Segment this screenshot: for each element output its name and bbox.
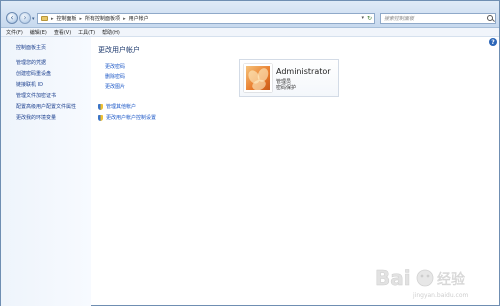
breadcrumb-separator-icon[interactable]: ▸ (80, 16, 83, 22)
refresh-icon[interactable]: ↻ (367, 15, 372, 22)
explorer-window: ‹ › ▾ ▸ 控制面板 ▸ 所有控制面板项 ▸ 用户帐户 ▾ ↻ 搜索控制面板… (0, 0, 500, 306)
breadcrumb-user-accounts[interactable]: 用户帐户 (129, 15, 149, 22)
breadcrumb-separator-icon[interactable]: ▸ (123, 16, 126, 22)
chevron-down-icon[interactable]: ▾ (361, 15, 364, 21)
manage-other-accounts-row[interactable]: 管理其他帐户 (98, 103, 156, 110)
change-picture-link[interactable]: 更改图片 (105, 83, 125, 90)
page-title: 更改用户帐户 (98, 46, 140, 54)
admin-task-links: 管理其他帐户 更改用户帐户控制设置 (98, 103, 156, 121)
account-task-links: 更改密码 删除密码 更改图片 (105, 63, 125, 90)
breadcrumb-all-items[interactable]: 所有控制面板项 (85, 15, 120, 22)
manage-other-accounts-link[interactable]: 管理其他帐户 (106, 103, 136, 110)
recent-pages-dropdown[interactable]: ▾ (32, 16, 35, 22)
avatar[interactable] (244, 64, 272, 92)
control-panel-icon (41, 16, 48, 21)
left-task-pane: 控制面板主页 管理您的凭据 创建密码重设盘 链接联机 ID 管理文件加密证书 配… (1, 37, 91, 306)
menu-file[interactable]: 文件(F) (6, 29, 23, 36)
help-icon[interactable]: ? (489, 38, 497, 46)
change-password-link[interactable]: 更改密码 (105, 63, 125, 70)
search-input[interactable]: 搜索控制面板 (380, 13, 496, 24)
forward-button[interactable]: › (19, 12, 31, 24)
remove-password-link[interactable]: 删除密码 (105, 73, 125, 80)
environment-variables-link[interactable]: 更改我的环境变量 (16, 114, 76, 121)
user-name: Administrator (276, 67, 331, 76)
advanced-profile-properties-link[interactable]: 配置高级用户配置文件属性 (16, 103, 76, 110)
search-icon[interactable] (487, 15, 493, 21)
uac-shield-icon (98, 103, 103, 110)
svg-text:经验: 经验 (437, 272, 465, 288)
manage-credentials-link[interactable]: 管理您的凭据 (16, 59, 76, 66)
manage-encryption-certs-link[interactable]: 管理文件加密证书 (16, 92, 76, 99)
baidu-jingyan-watermark-logo: Bai 经验 jingyan.baidu.com (375, 266, 469, 299)
control-panel-home-link[interactable]: 控制面板主页 (16, 44, 46, 51)
menu-view[interactable]: 查看(V) (54, 29, 71, 36)
address-bar[interactable]: ▸ 控制面板 ▸ 所有控制面板项 ▸ 用户帐户 ▾ ↻ (37, 13, 375, 24)
svg-text:jingyan.baidu.com: jingyan.baidu.com (412, 292, 469, 299)
arrow-right-icon: › (23, 13, 27, 22)
back-button[interactable]: ‹ (6, 12, 18, 24)
breadcrumb-separator-icon[interactable]: ▸ (51, 16, 54, 22)
password-status: 密码保护 (276, 85, 297, 91)
uac-settings-row[interactable]: 更改用户帐户控制设置 (98, 114, 156, 121)
breadcrumb-control-panel[interactable]: 控制面板 (57, 15, 77, 22)
uac-settings-link[interactable]: 更改用户帐户控制设置 (106, 114, 156, 121)
search-placeholder: 搜索控制面板 (384, 16, 415, 22)
left-task-links: 管理您的凭据 创建密码重设盘 链接联机 ID 管理文件加密证书 配置高级用户配置… (16, 59, 76, 121)
menu-tools[interactable]: 工具(T) (78, 29, 95, 36)
menu-bar: 文件(F) 编辑(E) 查看(V) 工具(T) 帮助(H) (1, 28, 499, 37)
menu-help[interactable]: 帮助(H) (102, 29, 120, 36)
arrow-left-icon: ‹ (10, 13, 14, 22)
create-reset-disk-link[interactable]: 创建密码重设盘 (16, 70, 76, 77)
menu-edit[interactable]: 编辑(E) (30, 29, 47, 36)
uac-shield-icon (98, 114, 103, 121)
user-account-card: Administrator 管理员 密码保护 (239, 59, 339, 97)
link-online-id-link[interactable]: 链接联机 ID (16, 81, 76, 88)
svg-text:Bai: Bai (375, 266, 411, 290)
address-toolbar: ‹ › ▾ ▸ 控制面板 ▸ 所有控制面板项 ▸ 用户帐户 ▾ ↻ 搜索控制面板 (1, 1, 499, 28)
